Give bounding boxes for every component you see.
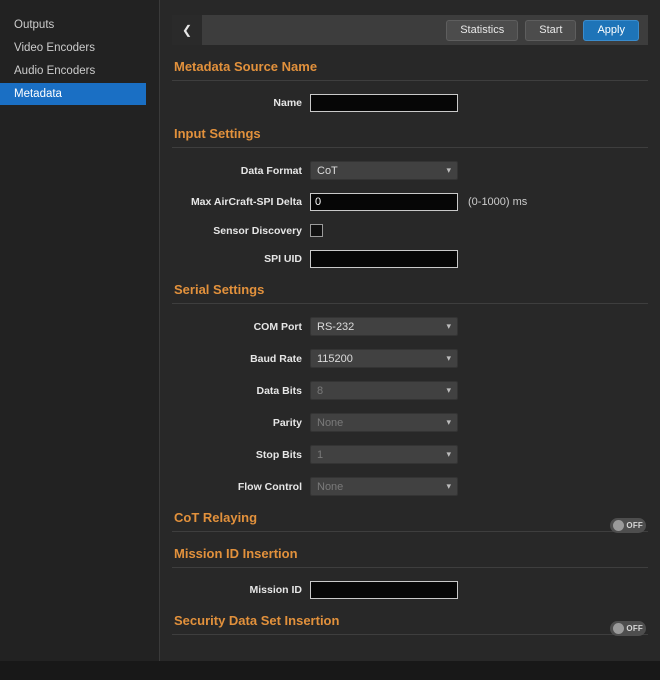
chevron-left-icon: ❮ [182, 23, 192, 37]
baud-rate-label: Baud Rate [172, 353, 302, 365]
toggle-knob-icon [613, 520, 624, 531]
data-bits-select: 8 ▾ [310, 381, 458, 400]
section-header-input-settings: Input Settings [172, 126, 648, 148]
sensor-discovery-checkbox[interactable] [310, 224, 323, 237]
form-row-spi-uid: SPI UID [172, 250, 648, 268]
mission-id-label: Mission ID [172, 584, 302, 596]
parity-selected-value: None [317, 417, 446, 429]
name-input[interactable] [310, 94, 458, 112]
sidebar: Outputs Video Encoders Audio Encoders Me… [0, 0, 160, 661]
section-title-serial-settings: Serial Settings [174, 282, 264, 297]
spi-uid-input[interactable] [310, 250, 458, 268]
sensor-discovery-label: Sensor Discovery [172, 225, 302, 237]
security-data-set-toggle-state: OFF [624, 624, 643, 633]
chevron-down-icon: ▾ [446, 386, 451, 395]
parity-select: None ▾ [310, 413, 458, 432]
baud-rate-selected-value: 115200 [317, 353, 446, 365]
max-aircraft-spi-delta-label: Max AirCraft-SPI Delta [172, 196, 302, 208]
section-header-mission-id-insertion: Mission ID Insertion [172, 546, 648, 568]
form-row-com-port: COM Port RS-232 ▾ [172, 317, 648, 336]
back-button[interactable]: ❮ [172, 15, 202, 45]
chevron-down-icon: ▾ [446, 354, 451, 363]
data-format-select[interactable]: CoT ▾ [310, 161, 458, 180]
form-row-data-format: Data Format CoT ▾ [172, 161, 648, 180]
data-format-label: Data Format [172, 165, 302, 177]
name-label: Name [172, 97, 302, 109]
form-row-flow-control: Flow Control None ▾ [172, 477, 648, 496]
section-title-mission-id-insertion: Mission ID Insertion [174, 546, 298, 561]
form-row-mission-id: Mission ID [172, 581, 648, 599]
section-title-cot-relaying: CoT Relaying [174, 510, 257, 525]
cot-relaying-toggle-state: OFF [624, 521, 643, 530]
form-row-baud-rate: Baud Rate 115200 ▾ [172, 349, 648, 368]
chevron-down-icon: ▾ [446, 322, 451, 331]
sidebar-item-metadata[interactable]: Metadata [0, 83, 146, 105]
form-row-stop-bits: Stop Bits 1 ▾ [172, 445, 648, 464]
chevron-down-icon: ▾ [446, 450, 451, 459]
toolbar: ❮ Statistics Start Apply [172, 15, 648, 45]
max-aircraft-spi-delta-hint: (0-1000) ms [468, 196, 527, 208]
toggle-knob-icon [613, 623, 624, 634]
parity-label: Parity [172, 417, 302, 429]
data-bits-label: Data Bits [172, 385, 302, 397]
com-port-label: COM Port [172, 321, 302, 333]
max-aircraft-spi-delta-input[interactable] [310, 193, 458, 211]
form-row-name: Name [172, 94, 648, 112]
statistics-button[interactable]: Statistics [446, 20, 518, 41]
section-header-serial-settings: Serial Settings [172, 282, 648, 304]
apply-button[interactable]: Apply [583, 20, 639, 41]
section-header-metadata-source-name: Metadata Source Name [172, 59, 648, 81]
flow-control-selected-value: None [317, 481, 446, 493]
section-header-cot-relaying: CoT Relaying OFF [172, 510, 648, 532]
section-title-input-settings: Input Settings [174, 126, 261, 141]
baud-rate-select[interactable]: 115200 ▾ [310, 349, 458, 368]
sidebar-item-outputs[interactable]: Outputs [0, 14, 159, 36]
chevron-down-icon: ▾ [446, 418, 451, 427]
data-format-selected-value: CoT [317, 165, 446, 177]
com-port-selected-value: RS-232 [317, 321, 446, 333]
section-header-security-data-set-insertion: Security Data Set Insertion OFF [172, 613, 648, 635]
stop-bits-selected-value: 1 [317, 449, 446, 461]
chevron-down-icon: ▾ [446, 166, 451, 175]
start-button[interactable]: Start [525, 20, 576, 41]
flow-control-select: None ▾ [310, 477, 458, 496]
section-title-metadata-source-name: Metadata Source Name [174, 59, 317, 74]
form-row-sensor-discovery: Sensor Discovery [172, 224, 648, 237]
form-row-max-aircraft-spi-delta: Max AirCraft-SPI Delta (0-1000) ms [172, 193, 648, 211]
main-panel: ❮ Statistics Start Apply Metadata Source… [160, 0, 660, 661]
mission-id-input[interactable] [310, 581, 458, 599]
sidebar-item-audio-encoders[interactable]: Audio Encoders [0, 60, 159, 82]
sidebar-item-video-encoders[interactable]: Video Encoders [0, 37, 159, 59]
app-window: Outputs Video Encoders Audio Encoders Me… [0, 0, 660, 661]
com-port-select[interactable]: RS-232 ▾ [310, 317, 458, 336]
spi-uid-label: SPI UID [172, 253, 302, 265]
data-bits-selected-value: 8 [317, 385, 446, 397]
stop-bits-select: 1 ▾ [310, 445, 458, 464]
form-row-parity: Parity None ▾ [172, 413, 648, 432]
chevron-down-icon: ▾ [446, 482, 451, 491]
flow-control-label: Flow Control [172, 481, 302, 493]
cot-relaying-toggle[interactable]: OFF [610, 518, 646, 533]
section-title-security-data-set-insertion: Security Data Set Insertion [174, 613, 339, 628]
security-data-set-toggle[interactable]: OFF [610, 621, 646, 636]
form-row-data-bits: Data Bits 8 ▾ [172, 381, 648, 400]
stop-bits-label: Stop Bits [172, 449, 302, 461]
